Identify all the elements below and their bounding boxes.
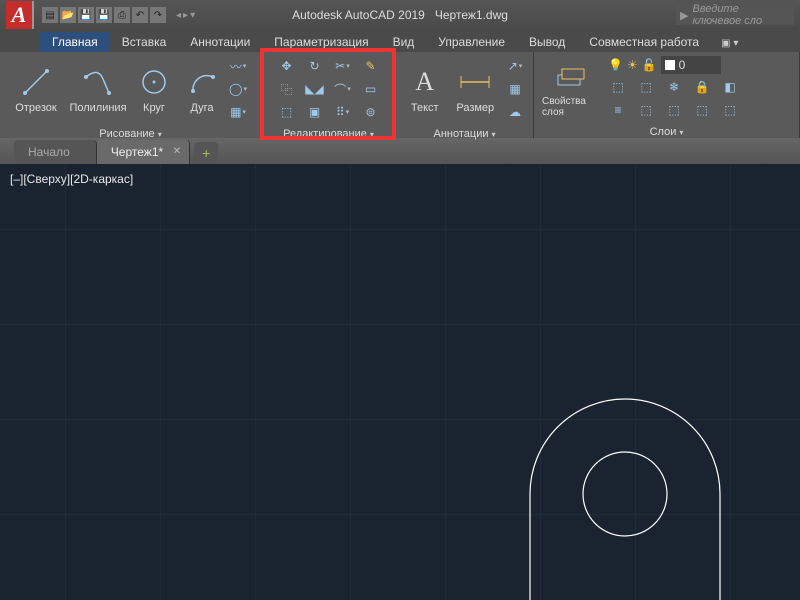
- tool-circle[interactable]: Круг: [132, 64, 176, 114]
- layer-on-icon[interactable]: ⬚: [692, 100, 712, 120]
- nav-fwd-icon[interactable]: ▸: [183, 10, 188, 21]
- ellipse-icon[interactable]: ◯▾: [228, 79, 248, 99]
- tab-insert[interactable]: Вставка: [110, 32, 179, 52]
- copy-icon[interactable]: ⿻: [277, 79, 297, 99]
- layer-off-icon[interactable]: ⬚: [664, 100, 684, 120]
- ribbon-tabs: Главная Вставка Аннотации Параметризация…: [0, 30, 800, 52]
- layer-color-icon[interactable]: ◧: [720, 77, 740, 97]
- nav-dd-icon[interactable]: ▾: [190, 10, 195, 21]
- layer-freeze-icon[interactable]: ❄: [664, 77, 684, 97]
- table-icon[interactable]: ▦: [505, 79, 525, 99]
- undo-icon[interactable]: ↶: [132, 7, 148, 23]
- filetab-drawing1[interactable]: Чертеж1*✕: [97, 140, 190, 164]
- layer-combo[interactable]: 0: [661, 56, 721, 74]
- hatch-icon[interactable]: ▦▾: [228, 102, 248, 122]
- fillet-icon[interactable]: ⌒▾: [333, 79, 353, 99]
- trim-icon[interactable]: ✂▾: [333, 56, 353, 76]
- line-icon: [18, 64, 54, 100]
- tab-collab[interactable]: Совместная работа: [577, 32, 711, 52]
- circle-icon: [136, 64, 172, 100]
- array-icon[interactable]: ⠿▾: [333, 102, 353, 122]
- tab-view[interactable]: Вид: [381, 32, 427, 52]
- tool-line[interactable]: Отрезок: [8, 64, 64, 114]
- nav-back-icon[interactable]: ◂: [176, 10, 181, 21]
- scale-icon[interactable]: ▣: [305, 102, 325, 122]
- tool-dimension[interactable]: Размер: [452, 64, 499, 114]
- nav-arrows: ◂ ▸ ▾: [176, 10, 195, 21]
- stretch-icon[interactable]: ⬚: [277, 102, 297, 122]
- leader-icon[interactable]: ↗▾: [505, 56, 525, 76]
- ribbon: Отрезок Полилиния Круг Дуга 〰▾ ◯▾ ▦▾ Рис…: [0, 52, 800, 138]
- new-icon[interactable]: ▤: [42, 7, 58, 23]
- tab-overflow-icon[interactable]: ▣ ▾: [715, 35, 744, 52]
- new-tab-button[interactable]: +: [194, 142, 218, 164]
- plot-icon[interactable]: ⎙: [114, 7, 130, 23]
- mirror-icon[interactable]: ◣◢: [305, 79, 325, 99]
- panel-edit: ✥ ↻ ✂▾ ✎ ⿻ ◣◢ ⌒▾ ▭ ⬚ ▣ ⠿▾ ⊜ Редактирован…: [262, 52, 396, 138]
- tab-parametric[interactable]: Параметризация: [262, 32, 380, 52]
- erase-icon[interactable]: ✎: [361, 56, 381, 76]
- title-text: Autodesk AutoCAD 2019 Чертеж1.dwg: [292, 8, 508, 22]
- panel-draw: Отрезок Полилиния Круг Дуга 〰▾ ◯▾ ▦▾ Рис…: [0, 52, 262, 138]
- tool-polyline[interactable]: Полилиния: [70, 64, 126, 114]
- spline-icon[interactable]: 〰▾: [228, 56, 248, 76]
- filetab-start[interactable]: Начало: [14, 140, 97, 164]
- layer-walk-icon[interactable]: ⬚: [720, 100, 740, 120]
- tab-output[interactable]: Вывод: [517, 32, 577, 52]
- layer-state-icon[interactable]: ⬚: [608, 77, 628, 97]
- draw-extra: 〰▾ ◯▾ ▦▾: [228, 56, 248, 122]
- dimension-icon: [457, 64, 493, 100]
- arc-icon: [184, 64, 220, 100]
- layer-prev-icon[interactable]: ⬚: [636, 100, 656, 120]
- view-label[interactable]: [–][Сверху][2D-каркас]: [10, 172, 133, 186]
- offset-icon[interactable]: ⊜: [361, 102, 381, 122]
- tab-annotations[interactable]: Аннотации: [178, 32, 262, 52]
- search-play-icon: ▶: [680, 9, 688, 22]
- app-logo[interactable]: A: [6, 1, 34, 29]
- explode-icon[interactable]: ▭: [361, 79, 381, 99]
- text-icon: A: [407, 64, 443, 100]
- polyline-icon: [80, 64, 116, 100]
- layer-match-icon[interactable]: ≡: [608, 100, 628, 120]
- layer-lock-icon[interactable]: 🔒: [692, 77, 712, 97]
- save-icon[interactable]: 💾: [78, 7, 94, 23]
- layer-iso-icon[interactable]: ⬚: [636, 77, 656, 97]
- panel-layers: Свойства слоя 💡 ☀ 🔓 0 ⬚ ⬚ ❄ 🔒 ◧ ≡: [534, 52, 800, 138]
- tab-home[interactable]: Главная: [40, 32, 110, 52]
- bulb-icon[interactable]: 💡: [608, 58, 623, 72]
- close-icon[interactable]: ✕: [173, 146, 181, 157]
- drawing-geometry: [490, 374, 790, 600]
- tab-manage[interactable]: Управление: [426, 32, 517, 52]
- tool-layer-props[interactable]: Свойства слоя: [542, 58, 598, 118]
- redo-icon[interactable]: ↷: [150, 7, 166, 23]
- search-input[interactable]: ▶ Введите ключевое сло: [676, 5, 794, 25]
- titlebar: A ▤ 📂 💾 💾 ⎙ ↶ ↷ ◂ ▸ ▾ Autodesk AutoCAD 2…: [0, 0, 800, 30]
- panel-annotations: A Текст Размер ↗▾ ▦ ☁ Аннотации ▾: [396, 52, 534, 138]
- rotate-icon[interactable]: ↻: [305, 56, 325, 76]
- sun-icon[interactable]: ☀: [627, 58, 638, 72]
- cloud-icon[interactable]: ☁: [505, 102, 525, 122]
- drawing-canvas[interactable]: [–][Сверху][2D-каркас]: [0, 164, 800, 600]
- quick-access-toolbar: ▤ 📂 💾 💾 ⎙ ↶ ↷: [42, 7, 166, 23]
- open-icon[interactable]: 📂: [60, 7, 76, 23]
- move-icon[interactable]: ✥: [277, 56, 297, 76]
- saveas-icon[interactable]: 💾: [96, 7, 112, 23]
- layer-props-icon: [552, 58, 588, 94]
- lock-icon[interactable]: 🔓: [642, 58, 657, 72]
- tool-arc[interactable]: Дуга: [182, 64, 222, 114]
- tool-text[interactable]: A Текст: [404, 64, 446, 114]
